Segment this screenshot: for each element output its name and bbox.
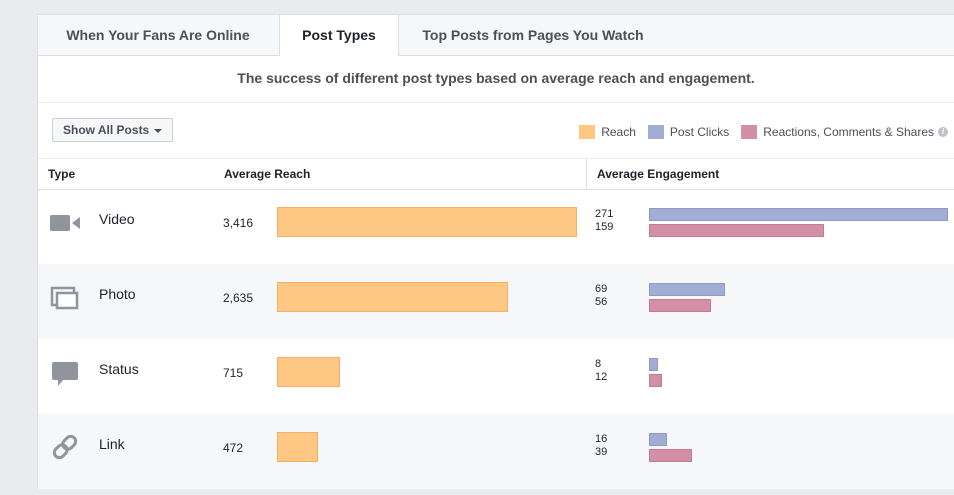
reactions-value: 56 [595,296,608,308]
legend-swatch-reach [579,125,596,139]
column-header-type: Type [48,167,76,181]
row-type-label: Video [99,211,135,227]
reach-value: 472 [223,441,244,455]
table-row-link: Link 472 16 39 [38,414,954,489]
table-row-status: Status 715 8 12 [38,339,954,414]
reactions-bar [649,374,662,387]
reactions-value: 39 [595,446,608,458]
tab-when-fans-online[interactable]: When Your Fans Are Online [38,15,278,55]
post-clicks-bar [649,283,725,296]
chart-legend: Reach Post Clicks Reactions, Comments & … [567,124,948,140]
table-row-video: Video 3,416 271 159 [38,189,954,264]
reach-value: 3,416 [223,216,254,230]
reactions-value: 159 [595,221,614,233]
column-header-average-engagement: Average Engagement [597,167,720,181]
column-header-average-reach: Average Reach [224,167,311,181]
post-types-panel: When Your Fans Are Online Post Types Top… [37,14,954,489]
filter-label: Show All Posts [63,123,150,137]
reactions-bar [649,299,711,312]
reach-bar [277,207,577,237]
legend-label-reactions: Reactions, Comments & Shares [763,125,934,139]
post-clicks-bar [649,208,948,221]
row-type-label: Link [99,436,125,452]
post-clicks-value: 16 [595,433,608,445]
insights-tab-bar: When Your Fans Are Online Post Types Top… [38,15,954,56]
photo-icon [50,286,79,310]
legend-swatch-post-clicks [647,125,664,139]
reactions-value: 12 [595,371,608,383]
table-header: Type Average Reach Average Engagement [38,158,954,190]
post-clicks-value: 69 [595,283,608,295]
link-icon [52,434,78,460]
column-divider [586,159,587,189]
row-type-label: Status [99,361,139,377]
post-clicks-bar [649,358,658,371]
legend-label-post-clicks: Post Clicks [669,125,730,139]
reactions-bar [649,449,692,462]
legend-label-reach: Reach [601,125,636,139]
legend-swatch-reactions [741,125,758,139]
reach-value: 2,635 [223,291,254,305]
post-clicks-bar [649,433,667,446]
table-row-photo: Photo 2,635 69 56 [38,264,954,339]
info-icon[interactable]: i [938,127,948,137]
tab-post-types[interactable]: Post Types [279,15,399,56]
tab-top-posts-pages-you-watch[interactable]: Top Posts from Pages You Watch [400,15,666,55]
reach-value: 715 [223,366,244,380]
post-clicks-value: 271 [595,208,614,220]
video-camera-icon [50,215,80,231]
chevron-down-icon [154,128,163,133]
row-type-label: Photo [99,286,136,302]
post-clicks-value: 8 [595,358,602,370]
reach-bar [277,357,340,387]
show-all-posts-dropdown[interactable]: Show All Posts [52,118,174,142]
reactions-bar [649,224,824,237]
section-description: The success of different post types base… [38,55,954,103]
speech-bubble-icon [52,362,78,386]
reach-bar [277,432,318,462]
reach-bar [277,282,508,312]
